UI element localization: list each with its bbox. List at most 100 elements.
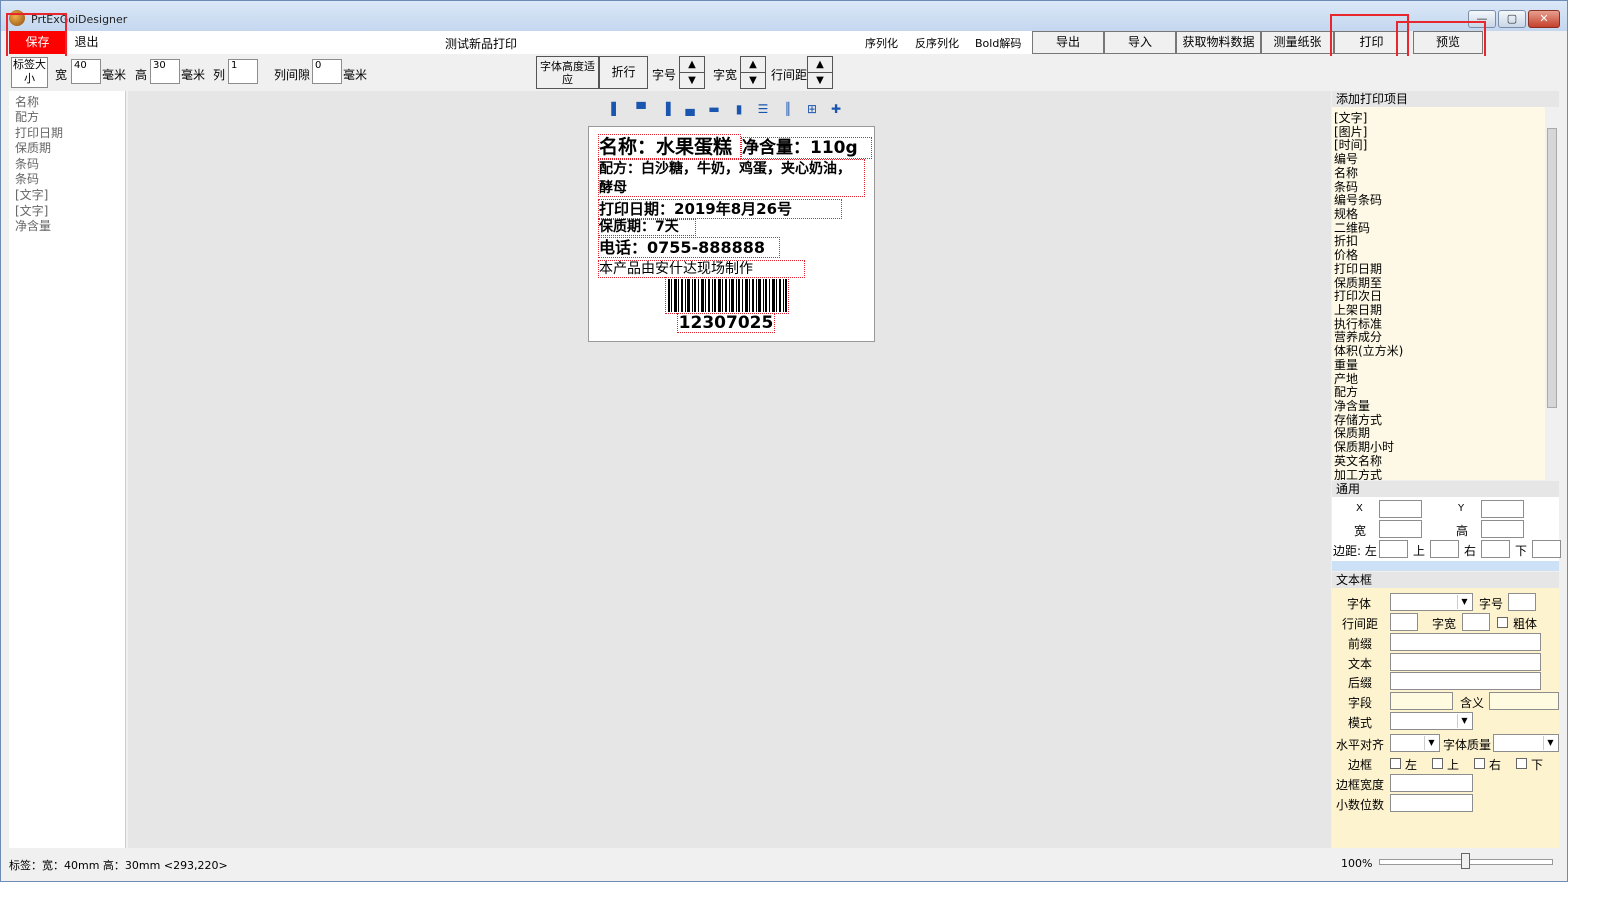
field-item[interactable]: 条码 (15, 170, 39, 187)
maximize-button[interactable]: ▢ (1498, 10, 1526, 28)
barcode-number[interactable]: 12307025 (677, 313, 775, 333)
list-item[interactable]: 重量 (1334, 358, 1358, 372)
list-item[interactable]: 配方 (1334, 385, 1358, 399)
center-horizontal-icon[interactable]: ▬ (706, 101, 722, 117)
fetch-material-button[interactable]: 获取物料数据 (1176, 31, 1261, 54)
import-button[interactable]: 导入 (1104, 31, 1176, 54)
chevron-down-icon[interactable]: ▼ (1457, 714, 1471, 728)
serialize-button[interactable]: 序列化 (865, 35, 898, 51)
zoom-slider-thumb[interactable] (1461, 853, 1470, 869)
font-size-spinner[interactable]: ▲ ▼ (679, 56, 705, 89)
border-left-checkbox[interactable] (1390, 758, 1401, 769)
cols-input[interactable]: 1 (228, 59, 258, 84)
same-size-icon[interactable]: ⊞ (804, 101, 820, 117)
arrow-down-icon[interactable]: ▼ (741, 73, 765, 89)
center-vertical-icon[interactable]: ▮ (731, 101, 747, 117)
list-item[interactable]: 编号 (1334, 152, 1358, 166)
height-input[interactable]: 30 (150, 59, 180, 84)
list-item[interactable]: 体积(立方米) (1334, 344, 1403, 358)
list-item[interactable]: 编号条码 (1334, 193, 1382, 207)
measure-paper-button[interactable]: 测量纸张 (1261, 31, 1334, 54)
font-fit-button[interactable]: 字体高度适应 (536, 56, 599, 89)
list-item[interactable]: 条码 (1334, 180, 1358, 194)
list-item[interactable]: 净含量 (1334, 399, 1370, 413)
list-item[interactable]: 加工方式 (1334, 468, 1382, 480)
align-right-icon[interactable]: ▐ (658, 101, 674, 117)
arrow-up-icon[interactable]: ▲ (808, 57, 832, 73)
field-item[interactable]: 保质期 (15, 139, 51, 156)
field-input[interactable] (1390, 692, 1453, 710)
list-item[interactable]: 存储方式 (1334, 413, 1382, 427)
decimals-input[interactable] (1390, 794, 1473, 812)
arrow-down-icon[interactable]: ▼ (808, 73, 832, 89)
bold-checkbox[interactable] (1497, 617, 1508, 628)
chevron-down-icon[interactable]: ▼ (1424, 736, 1438, 750)
list-item[interactable]: 保质期 (1334, 426, 1370, 440)
barcode-bars[interactable] (665, 277, 789, 314)
suffix-input[interactable] (1390, 672, 1541, 690)
chevron-down-icon[interactable]: ▼ (1543, 736, 1557, 750)
list-item[interactable]: [文字] (1334, 111, 1367, 125)
list-item[interactable]: 营养成分 (1334, 330, 1382, 344)
list-item[interactable]: 名称 (1334, 166, 1358, 180)
border-top-checkbox[interactable] (1432, 758, 1443, 769)
label-recipe[interactable]: 配方：白沙糖，牛奶，鸡蛋，夹心奶油，酵母 (598, 159, 865, 197)
font-size-input[interactable] (1508, 593, 1536, 611)
meaning-input[interactable] (1489, 692, 1559, 710)
arrow-up-icon[interactable]: ▲ (680, 57, 704, 73)
exit-button[interactable]: 退出 (68, 31, 105, 54)
font-select[interactable]: ▼ (1390, 593, 1473, 611)
list-item[interactable]: 折扣 (1334, 234, 1358, 248)
list-item[interactable]: [时间] (1334, 138, 1367, 152)
distribute-horizontal-icon[interactable]: ║ (780, 101, 796, 117)
border-right-checkbox[interactable] (1474, 758, 1485, 769)
close-button[interactable]: ✕ (1528, 10, 1560, 28)
list-item[interactable]: 打印日期 (1334, 262, 1382, 276)
label-size-button[interactable]: 标签大小 (11, 57, 48, 88)
list-item[interactable]: 产地 (1334, 372, 1358, 386)
h-align-select[interactable]: ▼ (1390, 734, 1440, 752)
scrollbar-thumb[interactable] (1547, 128, 1557, 408)
x-input[interactable] (1379, 500, 1422, 518)
label-phone[interactable]: 电话：0755-888888 (598, 237, 780, 258)
export-button[interactable]: 导出 (1032, 31, 1104, 54)
border-width-input[interactable] (1390, 774, 1473, 792)
font-width-spinner[interactable]: ▲ ▼ (740, 56, 766, 89)
field-item[interactable]: [文字] (15, 186, 48, 203)
list-item[interactable]: 英文名称 (1334, 454, 1382, 468)
label-name[interactable]: 名称：水果蛋糕 (598, 134, 741, 159)
chevron-down-icon[interactable]: ▼ (1457, 595, 1471, 609)
field-item[interactable]: 配方 (15, 108, 39, 125)
align-bottom-icon[interactable]: ▄ (682, 101, 698, 117)
width-input[interactable] (1379, 520, 1422, 538)
height-input[interactable] (1481, 520, 1524, 538)
align-top-icon[interactable]: ▀ (633, 101, 649, 117)
gap-input[interactable]: 0 (312, 59, 342, 84)
bold-decode-button[interactable]: Bold解码 (975, 35, 1021, 51)
margin-top-input[interactable] (1430, 540, 1459, 558)
deserialize-button[interactable]: 反序列化 (915, 35, 959, 51)
width-input[interactable]: 40 (71, 59, 101, 84)
line-spacing-spinner[interactable]: ▲ ▼ (807, 56, 833, 89)
list-item[interactable]: 保质期至 (1334, 276, 1382, 290)
list-item[interactable]: 上架日期 (1334, 303, 1382, 317)
list-item[interactable]: 二维码 (1334, 221, 1370, 235)
list-item[interactable]: [图片] (1334, 125, 1367, 139)
wrap-button[interactable]: 折行 (599, 56, 648, 89)
label-net-weight[interactable]: 净含量：110g (741, 137, 872, 159)
mode-select[interactable]: ▼ (1390, 712, 1473, 730)
label-shelf-life[interactable]: 保质期：7天 (598, 219, 696, 236)
distribute-vertical-icon[interactable]: ☰ (755, 101, 771, 117)
label-made-by[interactable]: 本产品由安什达现场制作 (598, 260, 805, 278)
prefix-input[interactable] (1390, 633, 1541, 651)
label-preview[interactable]: 名称：水果蛋糕 净含量：110g 配方：白沙糖，牛奶，鸡蛋，夹心奶油，酵母 打印… (588, 126, 875, 342)
align-left-icon[interactable]: ▌ (608, 101, 624, 117)
arrow-up-icon[interactable]: ▲ (741, 57, 765, 73)
border-bottom-checkbox[interactable] (1516, 758, 1527, 769)
list-item[interactable]: 保质期小时 (1334, 440, 1394, 454)
y-input[interactable] (1481, 500, 1524, 518)
label-print-date[interactable]: 打印日期：2019年8月26号 (598, 199, 842, 219)
list-item[interactable]: 打印次日 (1334, 289, 1382, 303)
char-width-input[interactable] (1462, 613, 1490, 631)
list-item[interactable]: 执行标准 (1334, 317, 1382, 331)
